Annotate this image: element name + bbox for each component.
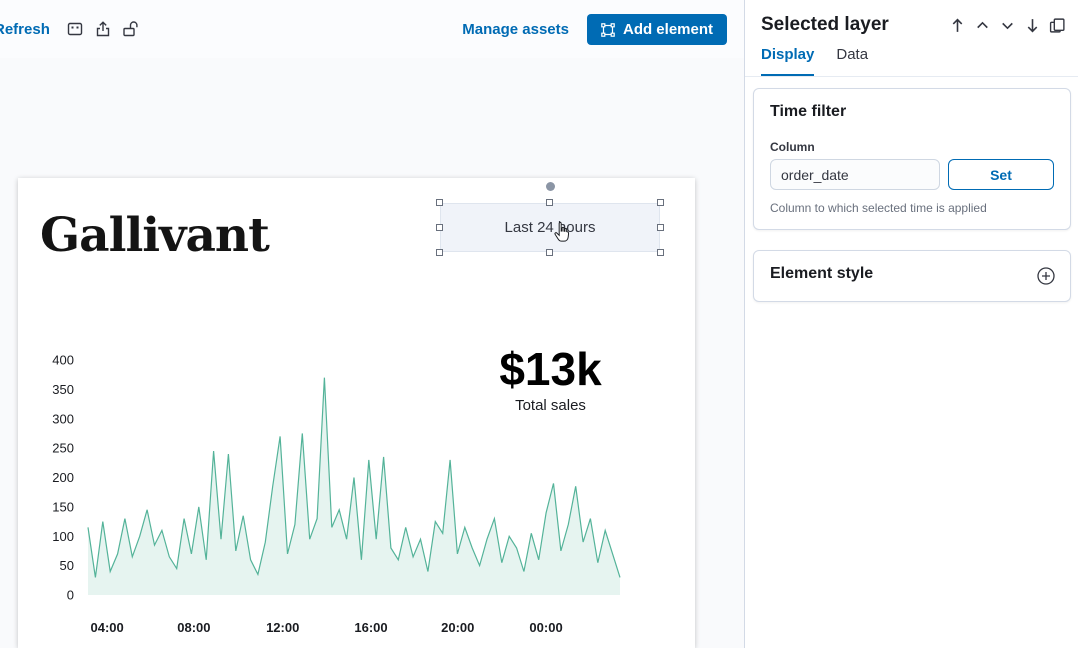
- resize-handle-top-center[interactable]: [546, 199, 553, 206]
- resize-handle-mid-left[interactable]: [436, 224, 443, 231]
- workpad-page[interactable]: Gallivant Last 24 hours $13k Total sales: [18, 178, 695, 648]
- svg-text:100: 100: [52, 529, 74, 544]
- svg-text:00:00: 00:00: [529, 620, 562, 635]
- svg-text:0: 0: [67, 588, 74, 603]
- svg-text:04:00: 04:00: [91, 620, 124, 635]
- svg-text:08:00: 08:00: [177, 620, 210, 635]
- svg-text:20:00: 20:00: [441, 620, 474, 635]
- move-to-front-icon[interactable]: [949, 17, 966, 34]
- selected-layer-panel: Selected layer: [744, 0, 1078, 648]
- gallivant-logo: Gallivant: [40, 208, 269, 263]
- set-button[interactable]: Set: [948, 159, 1054, 190]
- layer-order-controls: [949, 17, 1066, 34]
- refresh-button[interactable]: Refresh: [0, 21, 50, 38]
- add-element-button[interactable]: Add element: [587, 14, 727, 45]
- toolbar-right: Manage assets Add element: [462, 14, 727, 45]
- svg-text:50: 50: [60, 558, 74, 573]
- svg-text:350: 350: [52, 382, 74, 397]
- canvas-app: Refresh Ma: [0, 0, 1078, 648]
- resize-handle-bottom-right[interactable]: [657, 249, 664, 256]
- resize-handle-top-left[interactable]: [436, 199, 443, 206]
- add-element-label: Add element: [623, 21, 713, 38]
- move-up-icon[interactable]: [974, 17, 991, 34]
- svg-text:400: 400: [52, 353, 74, 368]
- element-style-title: Element style: [770, 265, 873, 283]
- duplicate-icon[interactable]: [1049, 17, 1066, 34]
- panel-title: Selected layer: [761, 14, 889, 36]
- svg-text:300: 300: [52, 411, 74, 426]
- manage-assets-button[interactable]: Manage assets: [462, 21, 569, 38]
- top-toolbar: Refresh Ma: [0, 0, 744, 58]
- rotate-handle[interactable]: [546, 182, 555, 191]
- tab-display[interactable]: Display: [761, 46, 814, 76]
- svg-text:250: 250: [52, 441, 74, 456]
- frame-icon[interactable]: [66, 20, 84, 38]
- canvas-stage: Refresh Ma: [0, 0, 744, 648]
- time-filter-element-selection: Last 24 hours: [440, 203, 660, 252]
- time-filter-card: Time filter Column Set Column to which s…: [753, 88, 1071, 230]
- resize-handle-mid-right[interactable]: [657, 224, 664, 231]
- element-style-card: Element style: [753, 250, 1071, 302]
- column-help-text: Column to which selected time is applied: [770, 201, 987, 215]
- move-to-back-icon[interactable]: [1024, 17, 1041, 34]
- svg-text:16:00: 16:00: [354, 620, 387, 635]
- move-down-icon[interactable]: [999, 17, 1016, 34]
- tab-data[interactable]: Data: [836, 46, 868, 76]
- column-input[interactable]: [770, 159, 940, 190]
- svg-text:200: 200: [52, 470, 74, 485]
- resize-handle-top-right[interactable]: [657, 199, 664, 206]
- column-field-label: Column: [770, 140, 815, 154]
- time-filter-card-title: Time filter: [770, 103, 846, 121]
- svg-text:150: 150: [52, 499, 74, 514]
- resize-handle-bottom-left[interactable]: [436, 249, 443, 256]
- svg-text:12:00: 12:00: [266, 620, 299, 635]
- add-element-icon: [601, 23, 615, 37]
- resize-handle-bottom-center[interactable]: [546, 249, 553, 256]
- export-icon[interactable]: [94, 20, 112, 38]
- panel-tabs: Display Data: [745, 46, 1078, 77]
- unlock-icon[interactable]: [121, 20, 139, 38]
- time-filter-dropdown[interactable]: Last 24 hours: [440, 203, 660, 252]
- add-style-icon[interactable]: [1036, 266, 1056, 286]
- sales-area-chart[interactable]: 0 50 100 150 200 250 300 350 400 04:00 08:00 12:00 1…: [18, 348, 678, 648]
